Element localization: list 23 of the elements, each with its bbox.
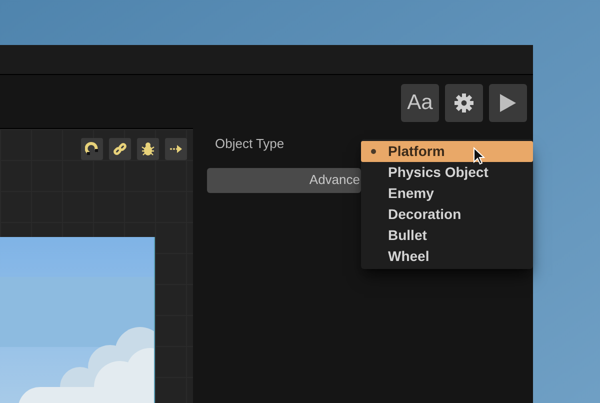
mouse-cursor-icon [473,147,485,165]
bug-tool-button[interactable] [137,138,159,160]
arrow-tool-button[interactable] [165,138,187,160]
link-icon [113,142,127,156]
menu-item[interactable]: Platform [361,141,533,162]
play-button[interactable] [489,84,527,122]
selected-bullet-icon [371,149,376,154]
menu-item[interactable]: Wheel [361,246,533,267]
link-tool-button[interactable] [109,138,131,160]
magnet-tool-button[interactable] [81,138,103,160]
menu-item[interactable]: Enemy [361,183,533,204]
bug-icon [141,142,155,156]
advanced-button[interactable]: Advance [207,168,361,192]
settings-icon [454,93,474,113]
object-type-label: Object Type [215,135,284,153]
settings-button[interactable] [445,84,483,122]
font-button[interactable]: Aa [401,84,439,122]
arrow-icon [169,142,183,156]
menu-item[interactable]: Decoration [361,204,533,225]
menu-item[interactable]: Bullet [361,225,533,246]
menu-item[interactable]: Physics Object [361,162,533,183]
magnet-icon [85,142,99,156]
play-icon [499,93,517,113]
